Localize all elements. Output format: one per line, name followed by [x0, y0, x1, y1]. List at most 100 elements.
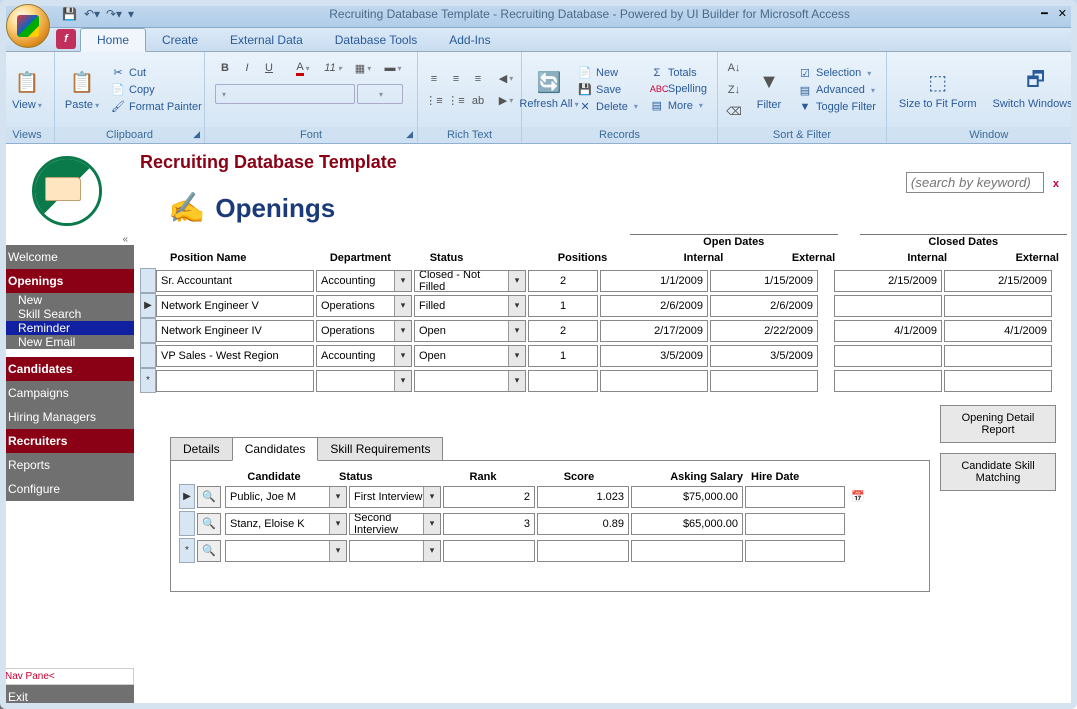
sidebar-item-recruiters[interactable]: Recruiters — [0, 429, 134, 453]
sort-desc-button[interactable]: Z↓ — [724, 80, 744, 100]
sidebar-item-new[interactable]: New — [0, 293, 134, 307]
closed-internal-cell[interactable] — [834, 295, 942, 317]
department-combo[interactable]: Operations — [316, 295, 412, 317]
new-record-button[interactable]: 📄New — [574, 65, 642, 80]
candidate-skill-matching-button[interactable]: Candidate Skill Matching — [940, 453, 1056, 491]
sidebar-item-openings[interactable]: Openings — [0, 269, 134, 293]
hire-date-cell[interactable] — [745, 513, 845, 535]
row-selector[interactable] — [140, 343, 156, 368]
candidate-combo[interactable] — [225, 540, 347, 562]
score-cell[interactable] — [537, 540, 629, 562]
candidate-combo[interactable]: Public, Joe M — [225, 486, 347, 508]
filter-button[interactable]: ▼Filter — [748, 67, 790, 113]
gridlines-button[interactable]: ▦ — [349, 58, 377, 78]
row-selector[interactable]: * — [140, 368, 156, 393]
addin-tab-icon[interactable]: f — [56, 29, 76, 49]
hire-date-cell[interactable] — [745, 540, 845, 562]
subtab-skills[interactable]: Skill Requirements — [317, 437, 443, 461]
open-external-cell[interactable]: 1/15/2009 — [710, 270, 818, 292]
sidebar-item-welcome[interactable]: Welcome — [0, 245, 134, 269]
tab-home[interactable]: Home — [80, 28, 146, 52]
position-cell[interactable] — [156, 345, 314, 367]
row-selector[interactable]: ▶ — [179, 484, 195, 509]
align-right-button[interactable]: ≡ — [468, 69, 488, 89]
font-launcher-icon[interactable]: ◢ — [406, 129, 413, 140]
salary-cell[interactable]: $75,000.00 — [631, 486, 743, 508]
align-left-button[interactable]: ≡ — [424, 69, 444, 89]
view-button[interactable]: 📋View — [6, 67, 48, 113]
score-cell[interactable]: 0.89 — [537, 513, 629, 535]
copy-button[interactable]: 📄Copy — [107, 82, 206, 97]
bold-button[interactable]: B — [215, 58, 235, 78]
closed-external-cell[interactable]: 4/1/2009 — [944, 320, 1052, 342]
closed-external-cell[interactable] — [944, 370, 1052, 392]
format-painter-button[interactable]: 🖌Format Painter — [107, 99, 206, 114]
minimize-icon[interactable]: ━ — [1037, 7, 1052, 20]
font-size-combo[interactable] — [357, 84, 403, 104]
hire-date-cell[interactable] — [745, 486, 845, 508]
open-external-cell[interactable]: 2/6/2009 — [710, 295, 818, 317]
department-combo[interactable]: Operations — [316, 320, 412, 342]
open-internal-cell[interactable]: 3/5/2009 — [600, 345, 708, 367]
rank-cell[interactable] — [443, 540, 535, 562]
open-candidate-icon[interactable]: 🔍 — [197, 513, 221, 535]
close-icon[interactable]: ✕ — [1054, 7, 1071, 20]
closed-internal-cell[interactable] — [834, 345, 942, 367]
department-combo[interactable]: Accounting — [316, 270, 412, 292]
closed-internal-cell[interactable]: 4/1/2009 — [834, 320, 942, 342]
increase-indent-button[interactable]: ▶ — [496, 91, 516, 111]
redo-icon[interactable]: ↷▾ — [106, 7, 120, 21]
open-internal-cell[interactable]: 1/1/2009 — [600, 270, 708, 292]
save-record-button[interactable]: 💾Save — [574, 82, 642, 97]
positions-cell[interactable]: 1 — [528, 345, 598, 367]
candidate-status-combo[interactable]: Second Interview — [349, 513, 441, 535]
row-selector[interactable]: ▶ — [140, 293, 156, 318]
spelling-button[interactable]: ABCSpelling — [646, 82, 711, 96]
sidebar-item-campaigns[interactable]: Campaigns — [0, 381, 134, 405]
tab-external-data[interactable]: External Data — [214, 29, 319, 51]
positions-cell[interactable]: 2 — [528, 320, 598, 342]
open-internal-cell[interactable] — [600, 370, 708, 392]
open-internal-cell[interactable]: 2/6/2009 — [600, 295, 708, 317]
sidebar-item-new-email[interactable]: New Email — [0, 335, 134, 349]
rank-cell[interactable]: 2 — [443, 486, 535, 508]
closed-external-cell[interactable] — [944, 295, 1052, 317]
open-external-cell[interactable]: 2/22/2009 — [710, 320, 818, 342]
candidate-status-combo[interactable]: First Interview — [349, 486, 441, 508]
positions-cell[interactable] — [528, 370, 598, 392]
positions-cell[interactable]: 1 — [528, 295, 598, 317]
rank-cell[interactable]: 3 — [443, 513, 535, 535]
status-combo[interactable]: Closed - Not Filled — [414, 270, 526, 292]
decrease-indent-button[interactable]: ◀ — [496, 69, 516, 89]
row-selector[interactable] — [179, 511, 195, 536]
italic-button[interactable]: I — [237, 58, 257, 78]
salary-cell[interactable] — [631, 540, 743, 562]
status-combo[interactable] — [414, 370, 526, 392]
calendar-icon[interactable]: 📅 — [851, 490, 865, 503]
sidebar-item-reminder[interactable]: Reminder — [0, 321, 134, 335]
sidebar-item-candidates[interactable]: Candidates — [0, 357, 134, 381]
department-combo[interactable] — [316, 370, 412, 392]
position-cell[interactable] — [156, 370, 314, 392]
sort-asc-button[interactable]: A↓ — [724, 58, 744, 78]
open-internal-cell[interactable]: 2/17/2009 — [600, 320, 708, 342]
align-center-button[interactable]: ≡ — [446, 69, 466, 89]
sidebar-item-configure[interactable]: Configure — [0, 477, 134, 501]
opening-detail-report-button[interactable]: Opening Detail Report — [940, 405, 1056, 443]
tab-add-ins[interactable]: Add-Ins — [433, 29, 506, 51]
row-selector[interactable] — [140, 318, 156, 343]
indent-button[interactable]: ab — [468, 91, 488, 111]
numbering-button[interactable]: ⋮≡ — [446, 91, 466, 111]
qat-more-icon[interactable]: ▾ — [128, 7, 142, 21]
status-combo[interactable]: Open — [414, 320, 526, 342]
delete-record-button[interactable]: ✕Delete — [574, 99, 642, 114]
cut-button[interactable]: ✂Cut — [107, 65, 206, 80]
candidate-combo[interactable]: Stanz, Eloise K — [225, 513, 347, 535]
closed-external-cell[interactable] — [944, 345, 1052, 367]
bullets-button[interactable]: ⋮≡ — [424, 91, 444, 111]
positions-cell[interactable]: 2 — [528, 270, 598, 292]
candidate-status-combo[interactable] — [349, 540, 441, 562]
paste-button[interactable]: 📋Paste — [61, 67, 103, 113]
closed-internal-cell[interactable]: 2/15/2009 — [834, 270, 942, 292]
subtab-candidates[interactable]: Candidates — [232, 437, 319, 461]
